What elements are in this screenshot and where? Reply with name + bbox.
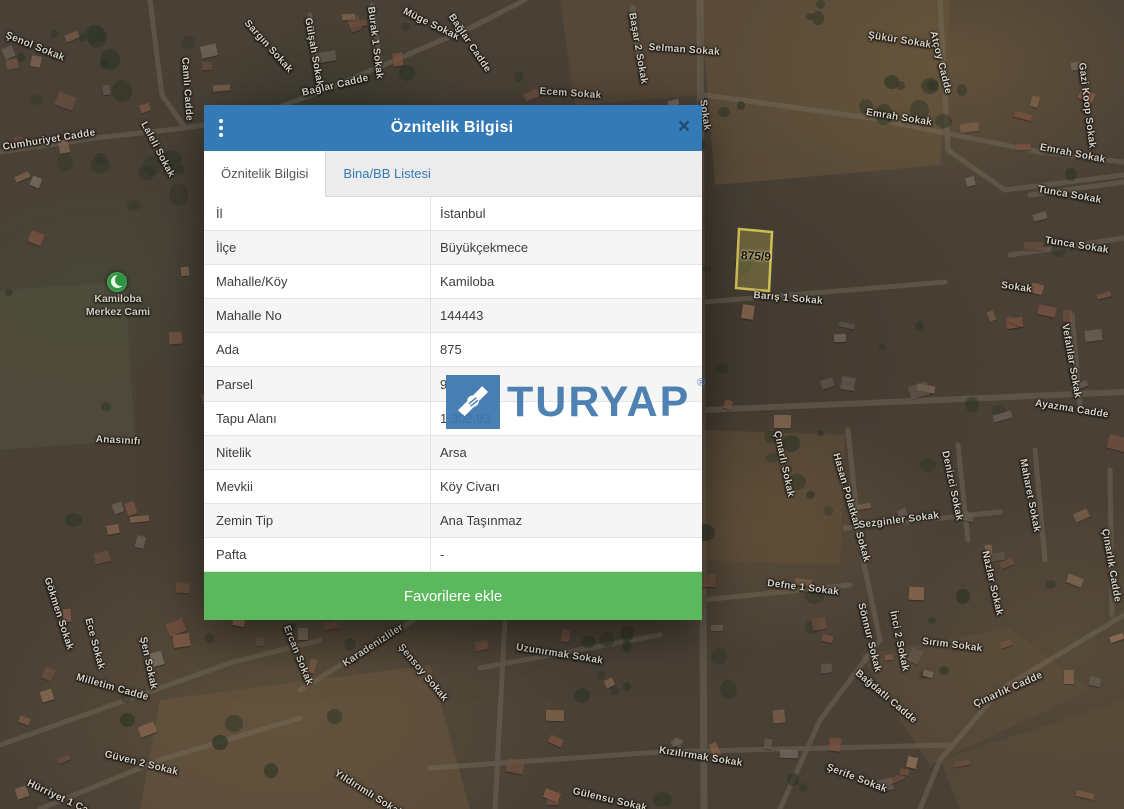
row-value: 1.302,93: [440, 410, 491, 426]
street-label: Şen Sokak: [137, 636, 160, 691]
street-label: Şenol Sokak: [3, 30, 67, 64]
street-label: Şensoy Sokak: [395, 642, 450, 704]
street-label: Güven 2 Sokak: [103, 749, 180, 778]
street-label: Selman Sokak: [648, 42, 721, 58]
favorilere-ekle-button[interactable]: Favorilere ekle: [204, 572, 702, 621]
street-label: Gazi Koop Sokak: [1076, 62, 1098, 149]
table-row: Mahalle/Köy Kamiloba: [204, 265, 702, 300]
table-row: Zemin Tip Ana Taşınmaz: [204, 503, 702, 538]
street-label: Ece Sokak: [82, 617, 107, 671]
street-label: Şükür Sokak: [867, 30, 933, 51]
street-label: Karadenizliler: [341, 621, 406, 670]
street-label: Başar 2 Sokak: [626, 12, 650, 86]
street-label: Hasan Polatkan Sokak: [830, 452, 873, 564]
street-label: Gökmen Sokak: [41, 576, 76, 652]
row-value: 9: [440, 376, 448, 392]
street-label: Tunca Sokak: [1044, 235, 1110, 256]
row-label: Nitelik: [204, 435, 431, 469]
row-label: Pafta: [204, 537, 431, 572]
street-label: Maharet Sokak: [1017, 458, 1043, 534]
app-window: 875/9 Kamiloba Merkez Cami Şenol Sokak Ca…: [0, 0, 1124, 809]
street-label: Gülşah Sokak: [302, 17, 326, 88]
table-row: Ada 875: [204, 333, 702, 368]
street-label: Sokak: [1000, 280, 1033, 296]
street-label: Sargın Sokak: [241, 18, 295, 76]
street-label: İnci 2 Sokak: [887, 610, 911, 673]
street-label: Çınarlık Cadde: [1099, 528, 1123, 604]
row-value: 144443: [440, 308, 484, 324]
street-label: Ecem Sokak: [539, 86, 602, 102]
table-row: Mahalle No 144443: [204, 299, 702, 334]
street-label: Sırım Sokak: [921, 636, 984, 655]
street-label: Burak 1 Sokak: [365, 6, 385, 80]
row-label: Mevkii: [204, 469, 431, 503]
table-row: Parsel 9: [204, 367, 702, 402]
row-label: İl: [204, 197, 431, 231]
street-label: Anasınıfı: [95, 434, 141, 448]
street-label: Sezginler Sokak: [858, 510, 940, 531]
street-label: Gülensu Sokak: [571, 786, 649, 809]
street-label: Denizci Sokak: [939, 450, 965, 522]
attribute-table: İl İstanbul İlçe Büyükçekmece Mahalle/Kö…: [204, 197, 702, 573]
street-label: Ayazma Cadde: [1034, 398, 1110, 421]
street-label: Milletim Cadde: [74, 672, 150, 704]
tab-bina-bb-listesi[interactable]: Bina/BB Listesi: [326, 151, 447, 196]
street-label: Çınarlı Sokak: [771, 430, 796, 499]
street-label: Sönnur Sokak: [855, 602, 884, 674]
street-label: Çınarlık Cadde: [972, 669, 1045, 711]
street-label: Cumhuriyet Cadde: [2, 127, 97, 153]
dialog-header: Öznitelik Bilgisi ×: [204, 105, 702, 151]
row-label: Ada: [204, 333, 431, 367]
street-label: Bağlar Cadde: [301, 72, 370, 99]
row-label: Zemin Tip: [204, 503, 431, 537]
street-label: Tunca Sokak: [1037, 184, 1103, 206]
street-label: Nazlar Sokak: [979, 550, 1005, 617]
row-value: Ana Taşınmaz: [440, 512, 523, 528]
street-label: Bağdatlı Cadde: [852, 668, 919, 726]
kebab-menu-icon[interactable]: [204, 105, 238, 151]
tab-oznitelik-bilgisi[interactable]: Öznitelik Bilgisi: [204, 151, 327, 197]
table-row: Tapu Alanı 1.302,93: [204, 401, 702, 436]
table-row: Nitelik Arsa: [204, 435, 702, 470]
street-label: Barış 1 Sokak: [753, 290, 824, 308]
street-label: Uzunırmak Sokak: [515, 642, 604, 667]
street-label: Şerife Sokak: [825, 762, 889, 796]
row-value: Arsa: [440, 444, 467, 460]
row-value: 875: [440, 342, 462, 358]
dialog-title: Öznitelik Bilgisi: [390, 119, 514, 136]
attribute-info-dialog: Öznitelik Bilgisi × Öznitelik Bilgisi Bi…: [204, 105, 705, 621]
row-value: İstanbul: [440, 206, 486, 222]
row-value: Köy Civarı: [440, 478, 500, 494]
row-value: Kamiloba: [440, 274, 495, 290]
close-icon[interactable]: ×: [666, 105, 702, 151]
row-label: Tapu Alanı: [204, 401, 431, 435]
row-value: Büyükçekmece: [440, 240, 529, 256]
street-label: Hürriyet 1 Ca: [25, 778, 90, 809]
street-label: Yıldırımlı Sokak: [332, 768, 406, 809]
street-label: Emrah Sokak: [865, 107, 933, 129]
table-row: Pafta -: [204, 537, 702, 573]
table-row: İlçe Büyükçekmece: [204, 231, 702, 266]
street-label: Ercan Sokak: [280, 624, 315, 687]
row-label: Parsel: [204, 367, 431, 401]
street-label: Bağlar Cadde: [445, 12, 494, 75]
row-label: Mahalle No: [204, 299, 431, 333]
street-label: Atçoy Cadde: [927, 30, 954, 96]
street-label: Kızılırmak Sokak: [658, 745, 744, 770]
tab-bar: Öznitelik Bilgisi Bina/BB Listesi: [204, 151, 702, 197]
street-label: Laleli Sokak: [138, 120, 177, 180]
street-label: Defne 1 Sokak: [766, 578, 840, 598]
table-row: Mevkii Köy Civarı: [204, 469, 702, 504]
street-label: Vefalılar Sokak: [1059, 323, 1084, 399]
street-label: Camlı Cadde: [179, 57, 195, 122]
table-row: İl İstanbul: [204, 197, 702, 232]
row-label: Mahalle/Köy: [204, 265, 431, 299]
row-value: -: [440, 546, 445, 562]
row-label: İlçe: [204, 231, 431, 265]
